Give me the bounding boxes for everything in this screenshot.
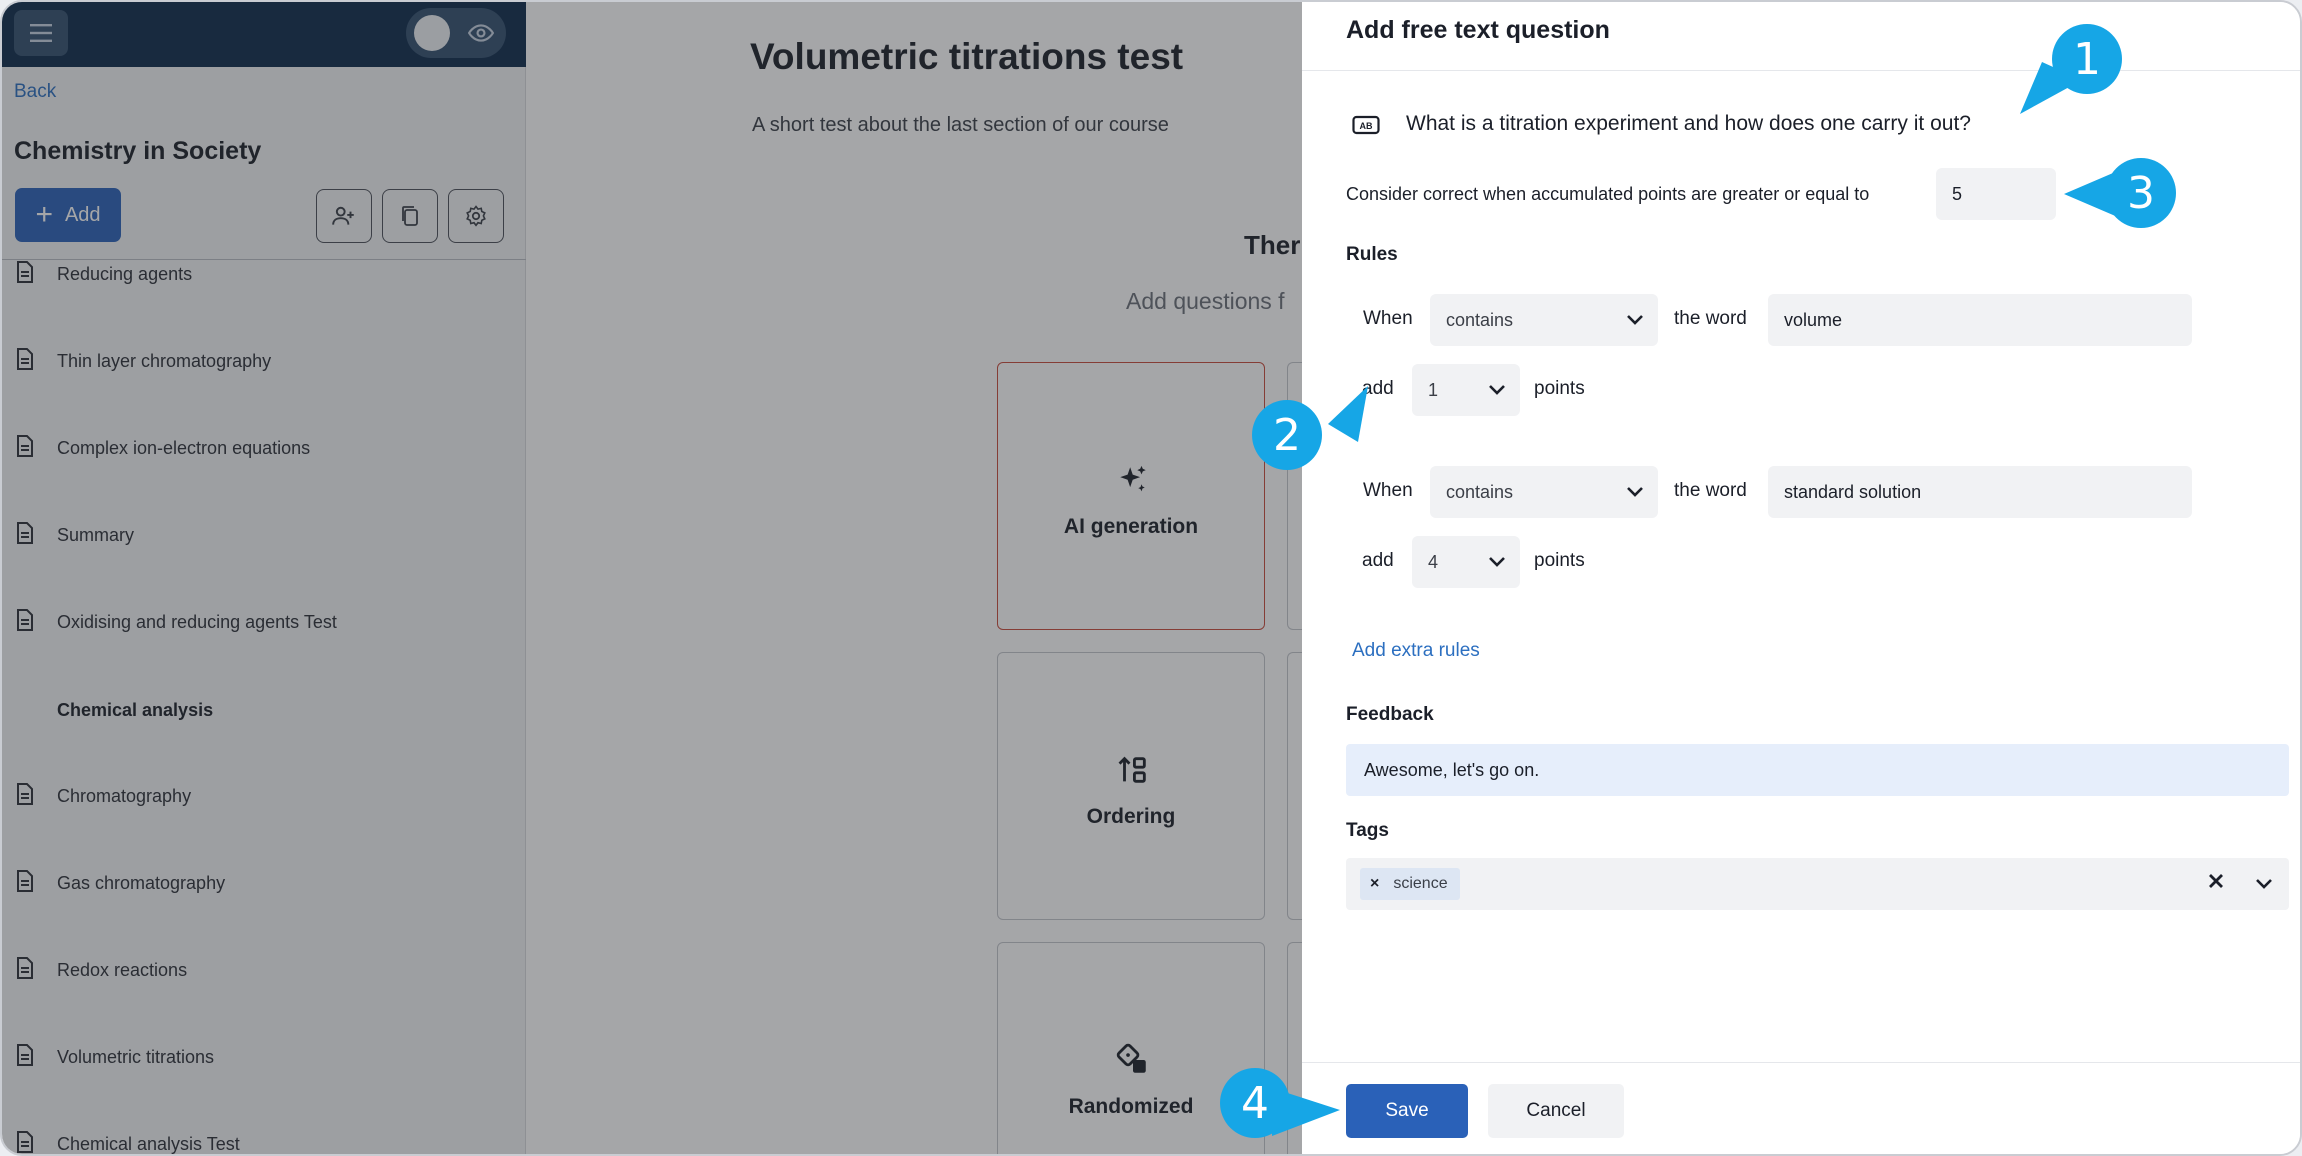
rule-word-input[interactable]: standard solution	[1768, 466, 2192, 518]
threshold-label: Consider correct when accumulated points…	[1346, 184, 1870, 204]
chevron-down-icon	[1627, 315, 1643, 325]
rule-points-value: 4	[1428, 551, 1439, 572]
drawer-header-divider	[1302, 70, 2300, 71]
rule-condition-value: contains	[1446, 481, 1514, 502]
chevron-down-icon	[1489, 557, 1505, 567]
feedback-input[interactable]: Awesome, let's go on.	[1346, 744, 2289, 796]
rule-condition-select[interactable]: contains	[1430, 466, 1658, 518]
rule-points-select[interactable]: 4	[1412, 536, 1520, 588]
rule-points-label: points	[1534, 550, 1585, 571]
rule-add-label: add	[1362, 550, 1394, 571]
threshold-input[interactable]: 5	[1936, 168, 2056, 220]
tag-chip: × science	[1360, 868, 1460, 900]
callout-badge-3: 3	[2106, 158, 2176, 228]
rule-points-value: 1	[1428, 379, 1439, 400]
rule-when-label: When	[1363, 480, 1413, 501]
rule-word-label: the word	[1674, 308, 1747, 329]
app-window: Back Chemistry in Society + Add Reducing…	[0, 0, 2302, 1156]
callout-badge-2: 2	[1252, 400, 1322, 470]
chevron-down-icon	[1627, 487, 1643, 497]
drawer-title: Add free text question	[1346, 16, 1610, 44]
rule-when-label: When	[1363, 308, 1413, 329]
modal-backdrop[interactable]	[2, 2, 1302, 1154]
save-button[interactable]: Save	[1346, 1084, 1468, 1138]
clear-icon[interactable]	[2207, 872, 2225, 890]
rule-points-label: points	[1534, 378, 1585, 399]
rules-label: Rules	[1346, 244, 1398, 265]
text-input-icon: AB	[1352, 115, 1380, 135]
feedback-label: Feedback	[1346, 704, 1434, 725]
chevron-down-icon[interactable]	[2255, 878, 2273, 890]
rule-points-select[interactable]: 1	[1412, 364, 1520, 416]
cancel-button[interactable]: Cancel	[1488, 1084, 1624, 1138]
rule-word-input[interactable]: volume	[1768, 294, 2192, 346]
callout-badge-1: 1	[2052, 24, 2122, 94]
rule-condition-value: contains	[1446, 309, 1514, 330]
rule-word-label: the word	[1674, 480, 1747, 501]
callout-pointer	[1328, 386, 1368, 442]
rule-condition-select[interactable]: contains	[1430, 294, 1658, 346]
chevron-down-icon	[1489, 385, 1505, 395]
tags-select[interactable]: × science	[1346, 858, 2289, 910]
svg-text:AB: AB	[1360, 121, 1373, 131]
remove-tag-icon[interactable]: ×	[1370, 875, 1379, 893]
tags-label: Tags	[1346, 820, 1389, 841]
tag-label: science	[1393, 875, 1448, 892]
question-text[interactable]: What is a titration experiment and how d…	[1406, 112, 1971, 136]
callout-badge-4: 4	[1220, 1068, 1290, 1138]
add-extra-rules-link[interactable]: Add extra rules	[1352, 640, 1480, 662]
drawer-footer-divider	[1302, 1062, 2300, 1063]
